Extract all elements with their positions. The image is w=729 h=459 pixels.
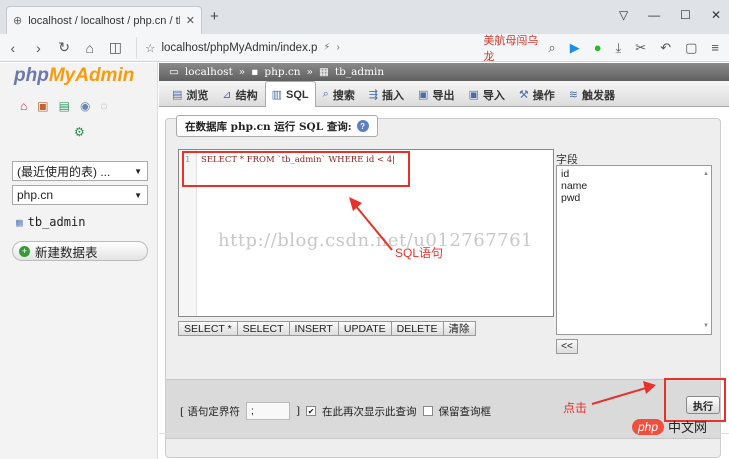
arrow-to-sql [354,204,393,251]
php-cn-logo: php 中文网 [632,417,707,436]
arrow-to-run-head [643,381,656,394]
annotation-arrows [349,197,656,405]
arrow-to-sql-head [349,197,362,211]
arrow-to-run [591,387,647,405]
